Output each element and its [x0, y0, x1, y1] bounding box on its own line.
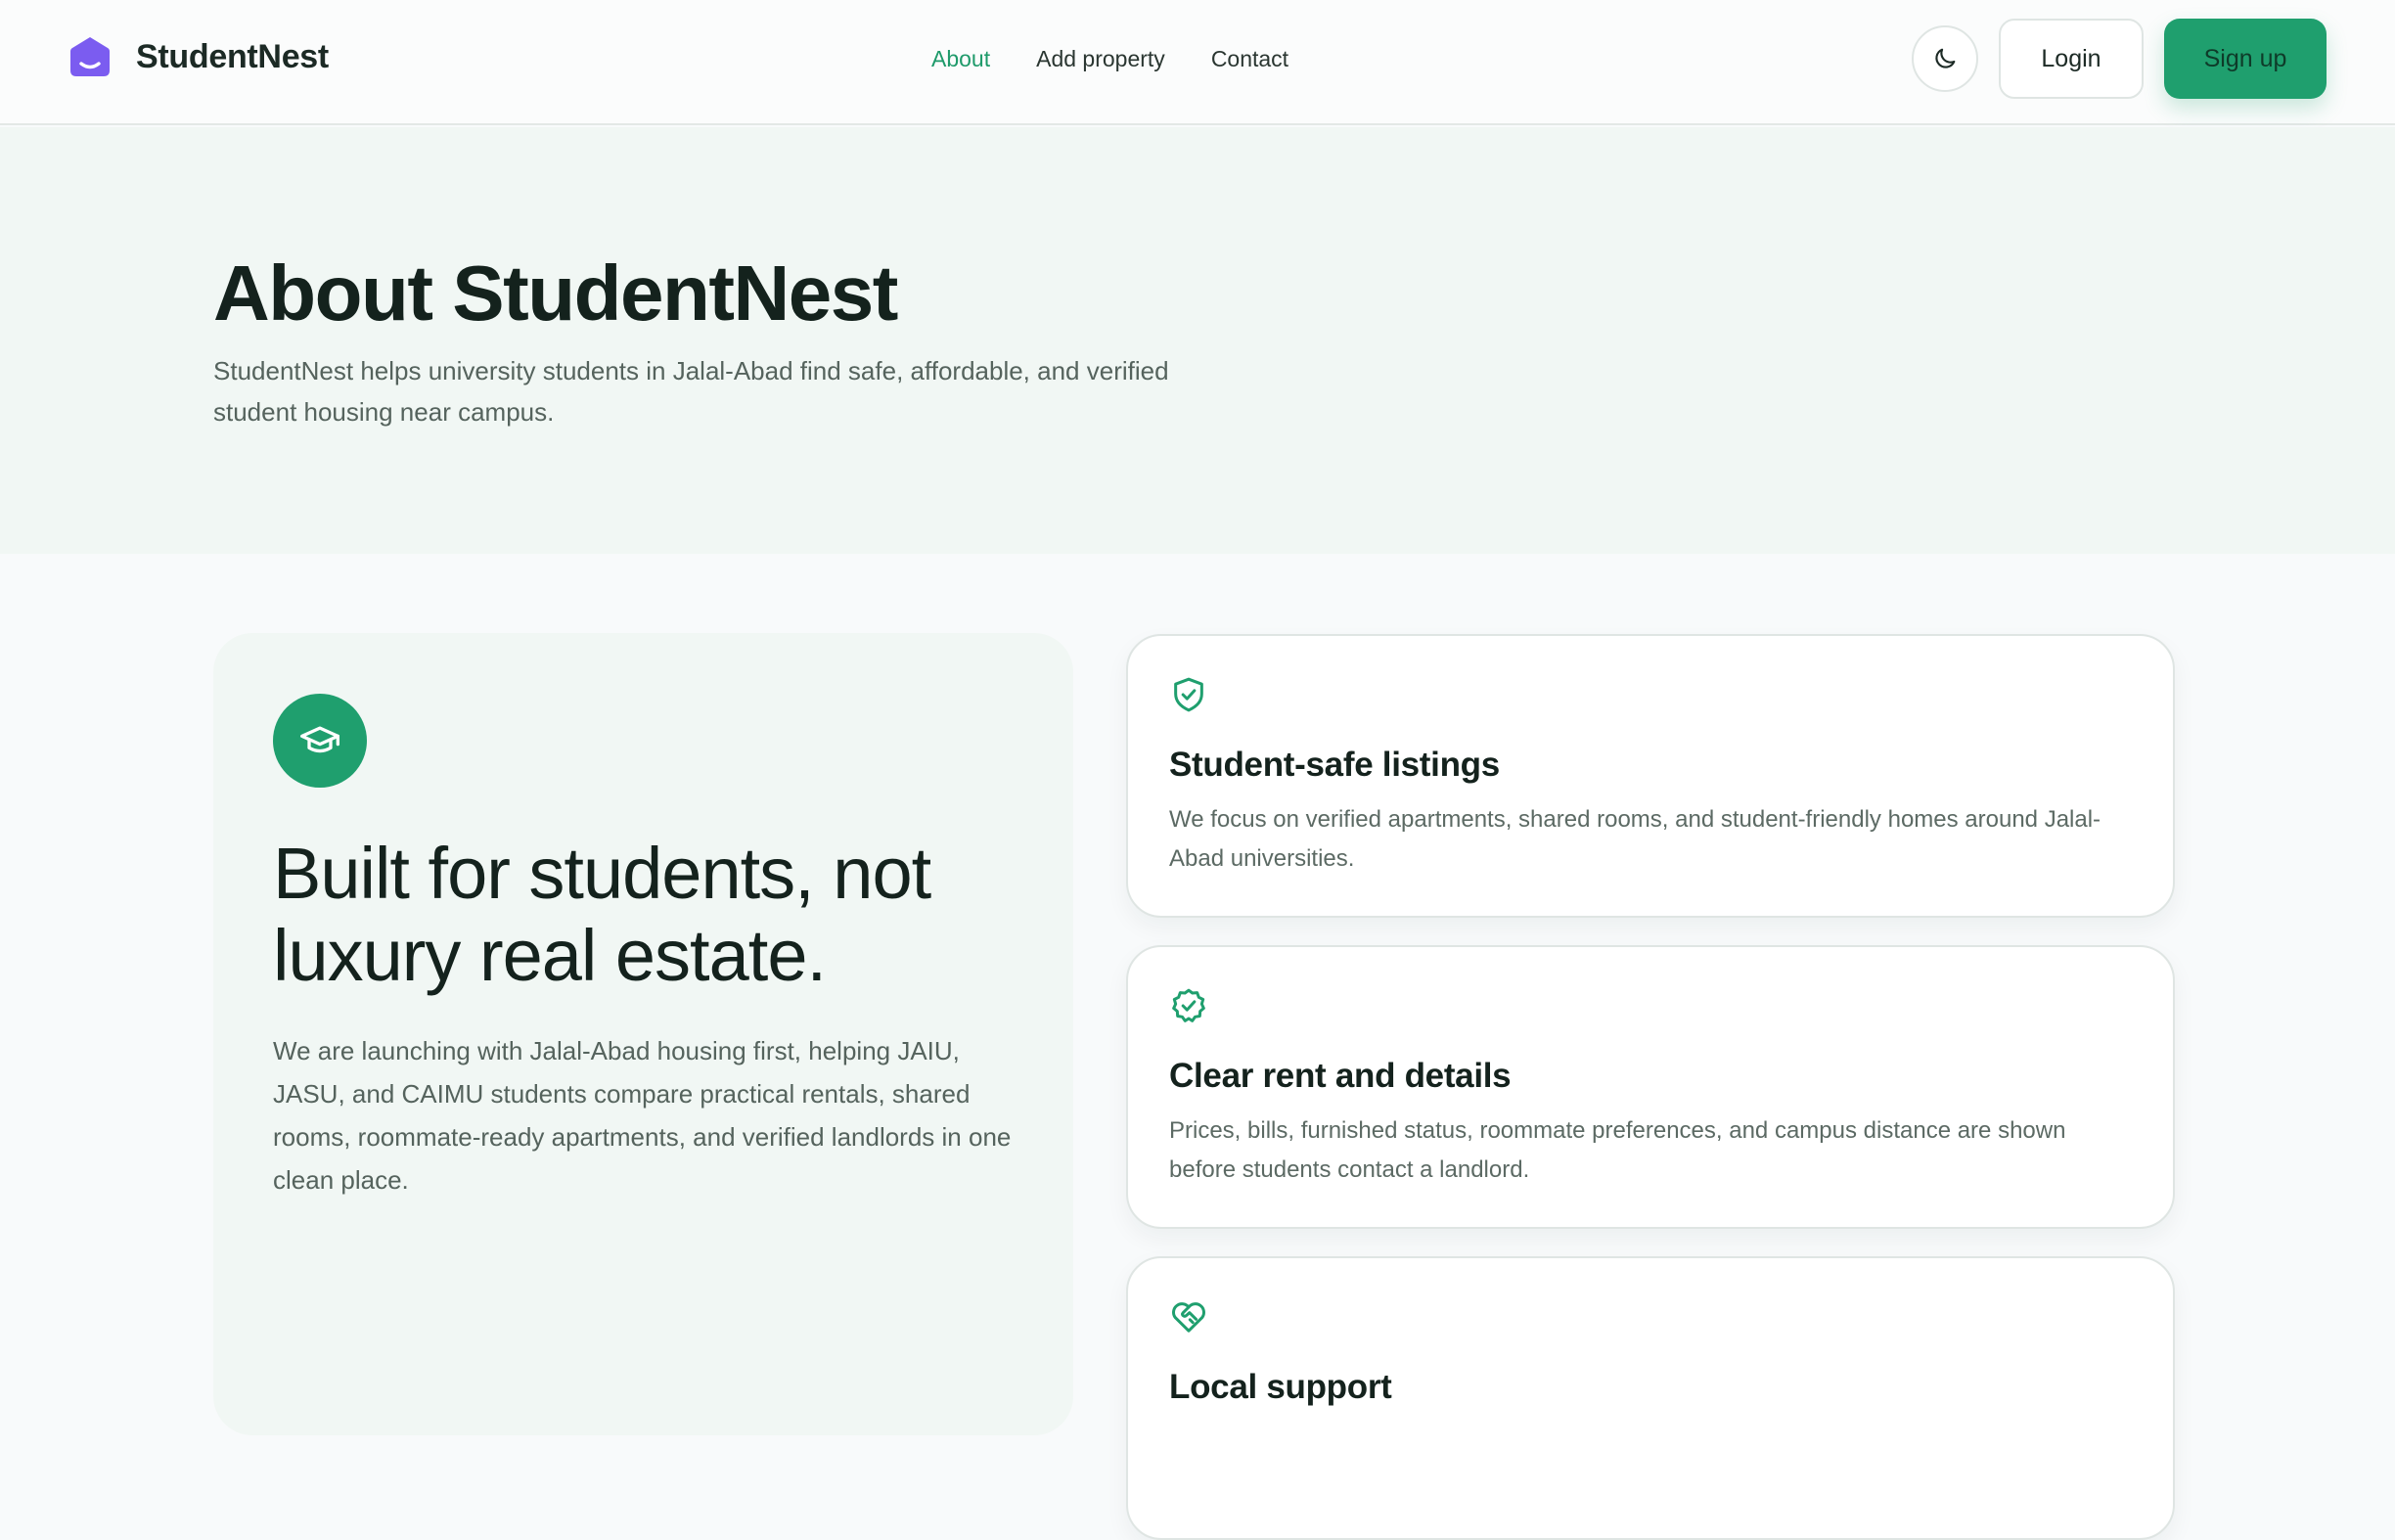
page-title: About StudentNest	[213, 249, 898, 337]
nav-contact[interactable]: Contact	[1211, 43, 1288, 74]
card-text: Prices, bills, furnished status, roommat…	[1169, 1117, 2066, 1183]
hero-subtitle: StudentNest helps university students in…	[213, 350, 1250, 432]
theme-toggle-button[interactable]	[1912, 25, 1978, 92]
house-smile-icon	[70, 37, 110, 76]
brand-link[interactable]: StudentNest	[67, 33, 329, 80]
mission-text: We are launching with Jalal-Abad housing…	[273, 1036, 1012, 1195]
badge-check-icon	[1172, 988, 1205, 1022]
signup-button[interactable]: Sign up	[2164, 19, 2327, 99]
mission-title: Built for students, not luxury real esta…	[273, 833, 1017, 997]
nav-add-property[interactable]: Add property	[1036, 43, 1165, 74]
card-text: We focus on verified apartments, shared …	[1169, 806, 2101, 872]
value-card-clear-rent: Clear rent and details Prices, bills, fu…	[1126, 945, 2175, 1229]
card-title: Local support	[1169, 1368, 1392, 1406]
card-title: Clear rent and details	[1169, 1057, 1512, 1095]
moon-icon	[1935, 48, 1956, 68]
hero-subtitle-line1: StudentNest helps university students in…	[213, 356, 1169, 385]
graduation-cap-icon	[300, 726, 339, 753]
mission-card: Built for students, not luxury real esta…	[213, 633, 1073, 1435]
heart-handshake-icon	[1172, 1302, 1205, 1333]
about-hero: About StudentNest StudentNest helps univ…	[0, 127, 2395, 554]
brand-name: StudentNest	[136, 37, 329, 75]
login-button[interactable]: Login	[1999, 19, 2144, 99]
hero-subtitle-line2: student housing near campus.	[213, 397, 555, 427]
mission-title-line2: luxury real estate.	[273, 915, 827, 996]
value-card-local-support: Local support	[1126, 1256, 2175, 1540]
graduation-cap-badge	[273, 694, 367, 788]
main-nav: About Add property Contact	[931, 43, 1288, 74]
nav-about[interactable]: About	[931, 43, 990, 74]
value-card-safe-listings: Student-safe listings We focus on verifi…	[1126, 634, 2175, 918]
top-navbar: StudentNest About Add property Contact L…	[0, 0, 2395, 125]
card-title: Student-safe listings	[1169, 746, 1500, 784]
mission-title-line1: Built for students, not	[273, 833, 931, 914]
shield-check-icon	[1174, 677, 1203, 712]
